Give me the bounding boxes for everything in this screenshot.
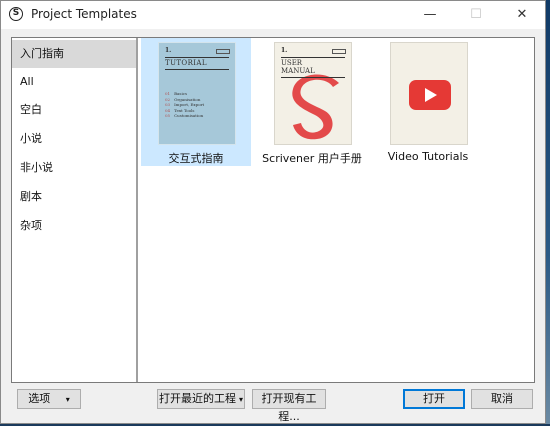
- open-recent-label: 打开最近的工程: [158, 392, 236, 405]
- video-tutorials-thumbnail: [390, 42, 468, 145]
- template-tile-video-tutorials[interactable]: Video Tutorials: [373, 38, 483, 166]
- cover-rule: [281, 77, 345, 78]
- user-manual-cover-thumbnail: 1. USER MANUAL: [274, 42, 352, 145]
- tutorial-cover-thumbnail: 1. TUTORIAL 01 Basics 02 Organisation 03 Im…: [158, 42, 236, 145]
- cover-chapter-list: 01 Basics 02 Organisation 03 Import, Export…: [165, 91, 204, 119]
- minimize-button[interactable]: —: [407, 1, 453, 29]
- cover-heading: USER MANUAL: [281, 59, 315, 75]
- cover-chapter-item: 05 Customisation: [165, 113, 204, 119]
- open-existing-button[interactable]: 打开现有工程...: [252, 389, 326, 423]
- template-tile-user-manual[interactable]: 1. USER MANUAL Scrivener 用户手册: [257, 38, 367, 166]
- template-label: Video Tutorials: [387, 150, 469, 163]
- options-button-label: 选项: [28, 392, 51, 405]
- scrivener-app-icon: S: [9, 7, 23, 21]
- template-label: Scrivener 用户手册: [262, 152, 362, 165]
- open-button[interactable]: 打开: [403, 389, 465, 409]
- sidebar-item-blank[interactable]: 空白: [12, 96, 136, 124]
- cover-rule: [281, 57, 345, 58]
- cover-logo-mark: [216, 49, 230, 54]
- cover-rule: [165, 69, 229, 70]
- chevron-down-icon: ▾: [65, 395, 70, 404]
- sidebar-item-fiction[interactable]: 小说: [12, 125, 136, 153]
- open-recent-button[interactable]: 打开最近的工程 ▾: [157, 389, 245, 409]
- cover-number: 1.: [281, 47, 288, 54]
- sidebar-item-getting-started[interactable]: 入门指南: [12, 40, 136, 68]
- cover-rule: [165, 57, 229, 58]
- cover-number: 1.: [165, 47, 172, 54]
- template-tile-interactive-tutorial[interactable]: 1. TUTORIAL 01 Basics 02 Organisation 03 Im…: [141, 38, 251, 166]
- template-label: 交互式指南: [168, 152, 224, 165]
- cancel-button[interactable]: 取消: [471, 389, 533, 409]
- cover-heading: TUTORIAL: [165, 59, 207, 67]
- sidebar-divider[interactable]: [136, 38, 138, 382]
- sidebar-item-scriptwriting[interactable]: 剧本: [12, 183, 136, 211]
- category-sidebar: 入门指南 All 空白 小说 非小说 剧本 杂项: [12, 38, 136, 382]
- project-templates-dialog: S Project Templates — ☐ ✕ 入门指南 All 空白 小说…: [0, 0, 546, 424]
- chevron-down-icon: ▾: [238, 395, 243, 404]
- cover-heading-line: USER: [281, 59, 303, 67]
- window-title: Project Templates: [31, 7, 137, 21]
- cover-logo-mark: [332, 49, 346, 54]
- templates-panel: 入门指南 All 空白 小说 非小说 剧本 杂项 1. TUTORIAL 01 B…: [11, 37, 535, 383]
- title-bar[interactable]: S Project Templates — ☐ ✕: [1, 1, 545, 29]
- youtube-play-icon: [409, 80, 451, 110]
- template-grid: 1. TUTORIAL 01 Basics 02 Organisation 03 Im…: [139, 38, 534, 382]
- options-button[interactable]: 选项 ▾: [17, 389, 81, 409]
- close-button[interactable]: ✕: [499, 1, 545, 29]
- sidebar-item-miscellaneous[interactable]: 杂项: [12, 212, 136, 240]
- cover-heading-line: MANUAL: [281, 67, 315, 75]
- sidebar-item-all[interactable]: All: [12, 68, 136, 96]
- maximize-button[interactable]: ☐: [453, 1, 499, 29]
- sidebar-item-non-fiction[interactable]: 非小说: [12, 154, 136, 182]
